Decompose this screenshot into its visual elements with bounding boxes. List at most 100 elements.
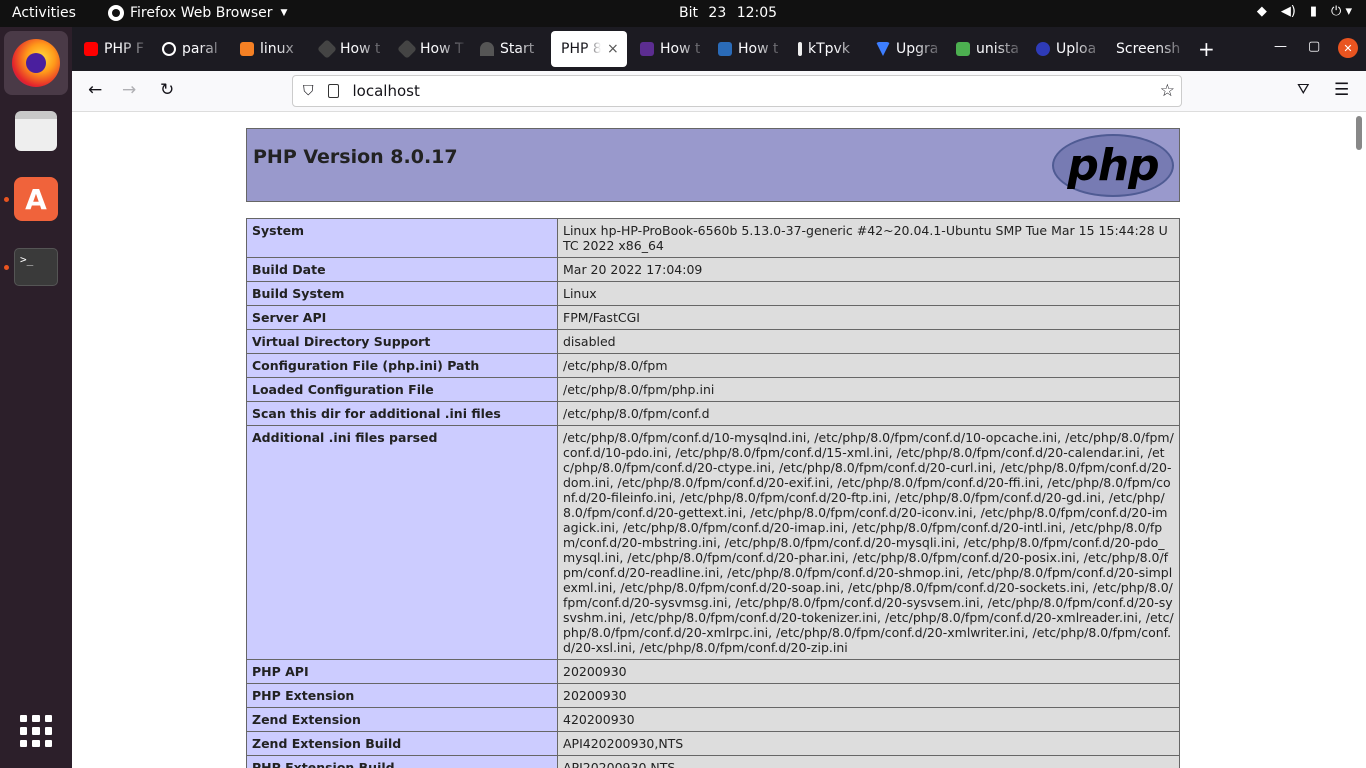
tab[interactable]: Upgra: [866, 31, 946, 67]
table-row: Build System Linux: [246, 281, 1180, 306]
tab[interactable]: How t: [630, 31, 708, 67]
back-button[interactable]: ←: [88, 80, 102, 100]
table-row: Loaded Configuration File/etc/php/8.0/fp…: [246, 377, 1180, 402]
tab[interactable]: kTpvk: [788, 31, 866, 67]
scrollbar[interactable]: [1352, 112, 1366, 768]
row-value: Linux hp-HP-ProBook-6560b 5.13.0-37-gene…: [557, 218, 1180, 258]
row-value: FPM/FastCGI: [557, 305, 1180, 330]
battery-icon: ▮: [1309, 4, 1318, 19]
tab-favicon-icon: [798, 42, 802, 56]
row-value: 20200930: [557, 683, 1180, 708]
tracking-protection-icon[interactable]: ⛉: [303, 83, 314, 99]
table-row: PHP API 20200930: [246, 659, 1180, 684]
dock: A >_: [0, 27, 72, 768]
row-key: PHP API: [246, 659, 558, 684]
tab[interactable]: Start: [470, 31, 548, 67]
php-header: PHP Version 8.0.17 php: [246, 128, 1180, 202]
system-tray[interactable]: ◆ ◀) ▮ ⏻ ▾: [1257, 4, 1352, 19]
dock-terminal[interactable]: >_: [4, 235, 68, 299]
tab-label: Screensh: [1116, 41, 1181, 57]
row-value: /etc/php/8.0/fpm: [557, 353, 1180, 378]
window-close-button[interactable]: ✕: [1338, 38, 1358, 58]
wifi-icon: ◆: [1256, 4, 1267, 19]
table-row: Configuration File (php.ini) Path/etc/ph…: [246, 353, 1180, 378]
row-value: Linux: [557, 281, 1180, 306]
tab-active[interactable]: PHP 8. ×: [551, 31, 627, 67]
row-key: Zend Extension Build: [246, 731, 558, 756]
tab-favicon-icon: [718, 42, 732, 56]
dock-ubuntu-software[interactable]: A: [4, 167, 68, 231]
app-menu-label: Firefox Web Browser: [130, 5, 273, 21]
tab-label: kTpvk: [808, 41, 850, 57]
url-text[interactable]: localhost: [353, 82, 420, 100]
page-title: PHP Version 8.0.17: [253, 146, 458, 168]
tab-label: paral: [182, 41, 218, 57]
row-key: Zend Extension: [246, 707, 558, 732]
url-bar[interactable]: ⛉ localhost ☆: [292, 75, 1182, 107]
tab-label: How t: [660, 41, 701, 57]
table-row: Server API FPM/FastCGI: [246, 305, 1180, 330]
tab[interactable]: How T: [390, 31, 468, 67]
close-tab-icon[interactable]: ×: [607, 41, 619, 57]
tab[interactable]: unista: [946, 31, 1026, 67]
tab-label: PHP F: [104, 41, 144, 57]
scrollbar-thumb[interactable]: [1356, 116, 1362, 150]
tab[interactable]: linux: [230, 31, 308, 67]
show-applications-icon[interactable]: [20, 715, 52, 747]
table-row: PHP Extension Build API20200930,NTS: [246, 755, 1180, 768]
row-key: PHP Extension: [246, 683, 558, 708]
row-key: PHP Extension Build: [246, 755, 558, 768]
tab[interactable]: How t: [708, 31, 786, 67]
row-key: Loaded Configuration File: [246, 377, 558, 402]
activities-button[interactable]: Activities: [12, 5, 76, 21]
software-store-icon: A: [14, 177, 58, 221]
tab[interactable]: PHP F: [74, 31, 152, 67]
new-tab-button[interactable]: +: [1198, 37, 1215, 61]
reload-button[interactable]: ↻: [160, 80, 174, 100]
bookmark-star-icon[interactable]: ☆: [1160, 81, 1175, 101]
page-viewport: PHP Version 8.0.17 php System Linux hp-HP…: [72, 112, 1366, 768]
row-value: 420200930: [557, 707, 1180, 732]
tab-label: How t: [738, 41, 779, 57]
volume-icon: ◀): [1280, 4, 1296, 19]
tab-favicon-icon: [162, 42, 176, 56]
table-row: Virtual Directory Support disabled: [246, 329, 1180, 354]
minimize-icon[interactable]: —: [1274, 39, 1287, 54]
tab-label: Uploa: [1056, 41, 1097, 57]
row-key: System: [246, 218, 558, 258]
firefox-icon: [12, 39, 60, 87]
tab-label: unista: [976, 41, 1019, 57]
navigation-bar: ← → ↻ ⛉ localhost ☆ ⛛ ☰: [72, 71, 1366, 112]
row-key: Server API: [246, 305, 558, 330]
hamburger-menu-icon[interactable]: ☰: [1334, 80, 1349, 100]
php-info-table: System Linux hp-HP-ProBook-6560b 5.13.0-3…: [246, 218, 1180, 768]
tab-label: Start: [500, 41, 535, 57]
app-menu[interactable]: Firefox Web Browser ▼: [108, 5, 287, 21]
dock-firefox[interactable]: [4, 31, 68, 95]
tab[interactable]: How t: [310, 31, 388, 67]
tab-favicon-icon: [240, 42, 254, 56]
row-value: Mar 20 2022 17:04:09: [557, 257, 1180, 282]
row-key: Virtual Directory Support: [246, 329, 558, 354]
dock-files[interactable]: [4, 99, 68, 163]
row-key: Configuration File (php.ini) Path: [246, 353, 558, 378]
tab[interactable]: Uploa: [1026, 31, 1106, 67]
tab-label: Upgra: [896, 41, 939, 57]
maximize-icon[interactable]: ▢: [1308, 39, 1320, 54]
row-key: Scan this dir for additional .ini files: [246, 401, 558, 426]
tab[interactable]: Screensh: [1106, 31, 1190, 67]
tab-favicon-icon: [956, 42, 970, 56]
pocket-icon[interactable]: ⛛: [1297, 80, 1310, 98]
row-value: /etc/php/8.0/fpm/conf.d: [557, 401, 1180, 426]
forward-button[interactable]: →: [122, 80, 136, 100]
tab[interactable]: paral: [152, 31, 230, 67]
clock[interactable]: Bit 23 12:05: [679, 5, 777, 21]
page-info-icon[interactable]: [327, 84, 339, 98]
row-key: Additional .ini files parsed: [246, 425, 558, 660]
chevron-down-icon: ▼: [280, 8, 288, 18]
tab-favicon-icon: [397, 39, 417, 59]
table-row: System Linux hp-HP-ProBook-6560b 5.13.0-3…: [246, 218, 1180, 258]
tab-favicon-icon: [640, 42, 654, 56]
table-row: Zend Extension Build API420200930,NTS: [246, 731, 1180, 756]
row-value: /etc/php/8.0/fpm/php.ini: [557, 377, 1180, 402]
